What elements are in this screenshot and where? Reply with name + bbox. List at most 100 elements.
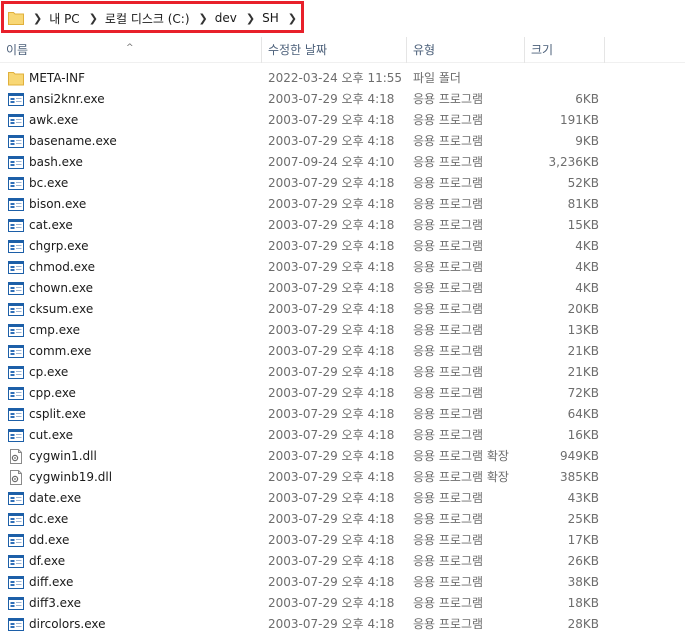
- exe-icon: [8, 491, 24, 506]
- file-date: 2003-07-29 오후 4:18: [268, 197, 395, 211]
- file-type: 응용 프로그램: [413, 218, 484, 232]
- column-type-label: 유형: [413, 43, 436, 57]
- file-row[interactable]: META-INF 2022-03-24 오후 11:55 파일 폴더: [0, 68, 685, 89]
- folder-icon: [8, 71, 24, 86]
- breadcrumb-sh[interactable]: SH: [262, 11, 279, 25]
- file-type: 응용 프로그램: [413, 92, 484, 106]
- file-size: 385KB: [559, 470, 599, 484]
- file-row[interactable]: chown.exe 2003-07-29 오후 4:18 응용 프로그램 4KB: [0, 278, 685, 299]
- exe-icon: [8, 176, 24, 191]
- file-row[interactable]: cksum.exe 2003-07-29 오후 4:18 응용 프로그램 20KB: [0, 299, 685, 320]
- file-name: cksum.exe: [29, 302, 94, 316]
- file-row[interactable]: cmp.exe 2003-07-29 오후 4:18 응용 프로그램 13KB: [0, 320, 685, 341]
- file-size: 20KB: [567, 302, 599, 316]
- file-name: chmod.exe: [29, 260, 95, 274]
- column-size-label: 크기: [531, 43, 554, 57]
- file-row[interactable]: diff.exe 2003-07-29 오후 4:18 응용 프로그램 38KB: [0, 572, 685, 593]
- file-size: 6KB: [575, 92, 599, 106]
- file-size: 25KB: [567, 512, 599, 526]
- file-date: 2003-07-29 오후 4:18: [268, 134, 395, 148]
- file-name: diff3.exe: [29, 596, 81, 610]
- file-row[interactable]: awk.exe 2003-07-29 오후 4:18 응용 프로그램 191KB: [0, 110, 685, 131]
- file-type: 응용 프로그램: [413, 134, 484, 148]
- exe-icon: [8, 323, 24, 338]
- exe-icon: [8, 113, 24, 128]
- file-size: 3,236KB: [548, 155, 599, 169]
- file-type: 응용 프로그램: [413, 575, 484, 589]
- exe-icon: [8, 344, 24, 359]
- file-row[interactable]: chgrp.exe 2003-07-29 오후 4:18 응용 프로그램 4KB: [0, 236, 685, 257]
- file-row[interactable]: dircolors.exe 2003-07-29 오후 4:18 응용 프로그램 28…: [0, 614, 685, 635]
- file-date: 2003-07-29 오후 4:18: [268, 113, 395, 127]
- file-row[interactable]: bash.exe 2007-09-24 오후 4:10 응용 프로그램 3,236KB: [0, 152, 685, 173]
- file-date: 2003-07-29 오후 4:18: [268, 176, 395, 190]
- file-type: 응용 프로그램: [413, 386, 484, 400]
- chevron-right-icon[interactable]: ❯: [288, 12, 297, 25]
- file-row[interactable]: dd.exe 2003-07-29 오후 4:18 응용 프로그램 17KB: [0, 530, 685, 551]
- file-name: dircolors.exe: [29, 617, 106, 631]
- column-header-size[interactable]: 크기: [525, 37, 605, 63]
- file-row[interactable]: ansi2knr.exe 2003-07-29 오후 4:18 응용 프로그램 6KB: [0, 89, 685, 110]
- file-name: chgrp.exe: [29, 239, 89, 253]
- exe-icon: [8, 302, 24, 317]
- file-size: 4KB: [575, 260, 599, 274]
- file-size: [525, 68, 599, 89]
- file-date: 2003-07-29 오후 4:18: [268, 596, 395, 610]
- exe-icon: [8, 155, 24, 170]
- file-size: 28KB: [567, 617, 599, 631]
- file-size: 13KB: [567, 323, 599, 337]
- file-name: cygwin1.dll: [29, 449, 97, 463]
- exe-icon: [8, 218, 24, 233]
- file-type: 응용 프로그램: [413, 491, 484, 505]
- file-date: 2003-07-29 오후 4:18: [268, 386, 395, 400]
- file-size: 191KB: [559, 113, 599, 127]
- file-row[interactable]: bc.exe 2003-07-29 오후 4:18 응용 프로그램 52KB: [0, 173, 685, 194]
- chevron-right-icon[interactable]: ❯: [199, 12, 208, 25]
- file-type: 응용 프로그램: [413, 365, 484, 379]
- file-size: 9KB: [575, 134, 599, 148]
- column-header-name[interactable]: 이름 ^: [0, 37, 262, 63]
- exe-icon: [8, 617, 24, 632]
- file-row[interactable]: cp.exe 2003-07-29 오후 4:18 응용 프로그램 21KB: [0, 362, 685, 383]
- file-row[interactable]: basename.exe 2003-07-29 오후 4:18 응용 프로그램 9KB: [0, 131, 685, 152]
- file-size: 18KB: [567, 596, 599, 610]
- file-date: 2003-07-29 오후 4:18: [268, 575, 395, 589]
- file-type: 응용 프로그램 확장: [413, 449, 509, 463]
- column-header-date[interactable]: 수정한 날짜: [262, 37, 407, 63]
- file-row[interactable]: cat.exe 2003-07-29 오후 4:18 응용 프로그램 15KB: [0, 215, 685, 236]
- file-size: 15KB: [567, 218, 599, 232]
- file-name: cmp.exe: [29, 323, 81, 337]
- file-row[interactable]: chmod.exe 2003-07-29 오후 4:18 응용 프로그램 4KB: [0, 257, 685, 278]
- chevron-right-icon[interactable]: ❯: [89, 12, 98, 25]
- file-row[interactable]: dc.exe 2003-07-29 오후 4:18 응용 프로그램 25KB: [0, 509, 685, 530]
- address-bar[interactable]: ❯ 내 PC ❯ 로컬 디스크 (C:) ❯ dev ❯ SH ❯: [0, 0, 685, 36]
- column-header: 이름 ^ 수정한 날짜 유형 크기: [0, 37, 685, 63]
- file-name: comm.exe: [29, 344, 92, 358]
- file-row[interactable]: comm.exe 2003-07-29 오후 4:18 응용 프로그램 21KB: [0, 341, 685, 362]
- file-row[interactable]: df.exe 2003-07-29 오후 4:18 응용 프로그램 26KB: [0, 551, 685, 572]
- file-type: 응용 프로그램: [413, 155, 484, 169]
- breadcrumb-local-disk[interactable]: 로컬 디스크 (C:): [105, 10, 190, 27]
- file-size: 16KB: [567, 428, 599, 442]
- file-row[interactable]: cygwinb19.dll 2003-07-29 오후 4:18 응용 프로그램 확…: [0, 467, 685, 488]
- file-row[interactable]: cpp.exe 2003-07-29 오후 4:18 응용 프로그램 72KB: [0, 383, 685, 404]
- column-header-type[interactable]: 유형: [407, 37, 525, 63]
- file-date: 2003-07-29 오후 4:18: [268, 239, 395, 253]
- file-row[interactable]: cut.exe 2003-07-29 오후 4:18 응용 프로그램 16KB: [0, 425, 685, 446]
- breadcrumb-dev[interactable]: dev: [215, 11, 237, 25]
- file-type: 응용 프로그램: [413, 512, 484, 526]
- breadcrumb-my-pc[interactable]: 내 PC: [49, 10, 79, 27]
- exe-icon: [8, 365, 24, 380]
- file-row[interactable]: diff3.exe 2003-07-29 오후 4:18 응용 프로그램 18KB: [0, 593, 685, 614]
- file-row[interactable]: date.exe 2003-07-29 오후 4:18 응용 프로그램 43KB: [0, 488, 685, 509]
- exe-icon: [8, 197, 24, 212]
- file-row[interactable]: cygwin1.dll 2003-07-29 오후 4:18 응용 프로그램 확장 9…: [0, 446, 685, 467]
- file-type: 응용 프로그램: [413, 344, 484, 358]
- folder-icon: [8, 11, 24, 25]
- exe-icon: [8, 134, 24, 149]
- file-name: diff.exe: [29, 575, 74, 589]
- chevron-right-icon[interactable]: ❯: [246, 12, 255, 25]
- file-row[interactable]: bison.exe 2003-07-29 오후 4:18 응용 프로그램 81KB: [0, 194, 685, 215]
- column-date-label: 수정한 날짜: [268, 43, 328, 57]
- file-row[interactable]: csplit.exe 2003-07-29 오후 4:18 응용 프로그램 64KB: [0, 404, 685, 425]
